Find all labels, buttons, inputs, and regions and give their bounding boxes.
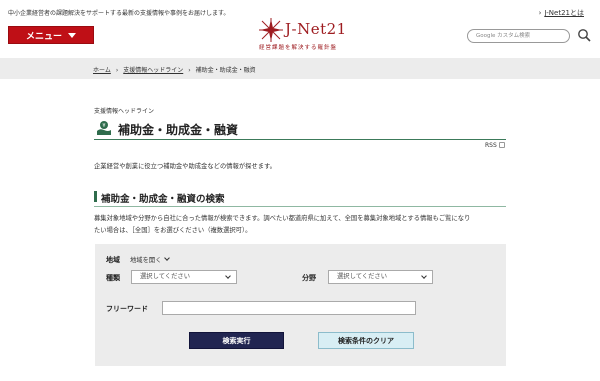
freeword-label: フリーワード [106,305,148,313]
page-title: 補助金・助成金・融資 [118,123,239,137]
logo-subtitle: 経営課題を解決する羅針盤 [259,45,338,51]
search-section-title: 補助金・助成金・融資の検索 [101,194,225,205]
intro-text: 企業経営や創業に役立つ補助金や助成金などの情報が探せます。 [94,163,276,170]
freeword-input[interactable] [162,301,416,315]
type-label: 種類 [106,274,120,282]
rss-icon [498,141,505,148]
site-tagline: 中小企業経営者の課題解決をサポートする最新の支援情報や事例をお届けします。 [8,10,230,17]
search-icon[interactable] [577,28,591,42]
rss-label: RSS [485,142,497,149]
search-description: 募集対象地域や分野から自社に合った情報が検索できます。調べたい都道府県に加えて、… [94,215,471,222]
menu-button-label: メニュー [25,31,62,42]
breadcrumb-home[interactable]: ホーム [93,67,111,74]
arrow-right-icon: › [538,9,542,17]
breadcrumb-bar [0,58,600,79]
region-toggle[interactable]: 地域を開く [130,255,171,264]
clear-conditions-button[interactable]: 検索条件のクリア [318,332,414,349]
region-label: 地域 [106,256,120,264]
chevron-down-icon [164,255,171,261]
site-search-input[interactable]: Google カスタム検索 [467,29,570,43]
caret-down-icon [68,32,76,38]
breadcrumb-current: 補助金・助成金・融資 [195,67,256,74]
field-select-value: 選択してください [337,273,387,280]
search-submit-button[interactable]: 検索実行 [189,332,284,349]
breadcrumb-separator: › [188,67,191,74]
section-accent-bar [94,191,97,202]
breadcrumb-headline[interactable]: 支援情報ヘッドライン [123,67,183,74]
search-description: たい場合は、［全国］をお選びください（複数選択可）。 [94,227,252,234]
menu-button[interactable]: メニュー [8,26,94,44]
svg-text:¥: ¥ [102,123,105,129]
type-select-value: 選択してください [140,273,190,280]
breadcrumb: ホーム › 支援情報ヘッドライン › 補助金・助成金・融資 [93,65,256,74]
about-link[interactable]: › J-Net21とは [539,8,584,18]
logo-name: J-Net21 [285,20,347,38]
section-label: 支援情報ヘッドライン [94,108,155,115]
compass-star-icon [259,18,283,42]
rss-link[interactable]: RSS [485,141,505,149]
breadcrumb-separator: › [115,67,119,74]
yen-coin-icon: ¥ [97,121,111,135]
site-logo[interactable]: J-Net21 経営課題を解決する羅針盤 [255,18,365,54]
chevron-down-icon [421,273,427,279]
title-divider [94,139,506,140]
field-select[interactable]: 選択してください [328,270,433,284]
search-section-divider [94,206,506,207]
region-toggle-label: 地域を開く [130,257,162,264]
about-link-label: J-Net21とは [544,9,584,17]
chevron-down-icon [225,273,231,279]
type-select[interactable]: 選択してください [131,270,237,284]
field-label: 分野 [302,274,316,282]
